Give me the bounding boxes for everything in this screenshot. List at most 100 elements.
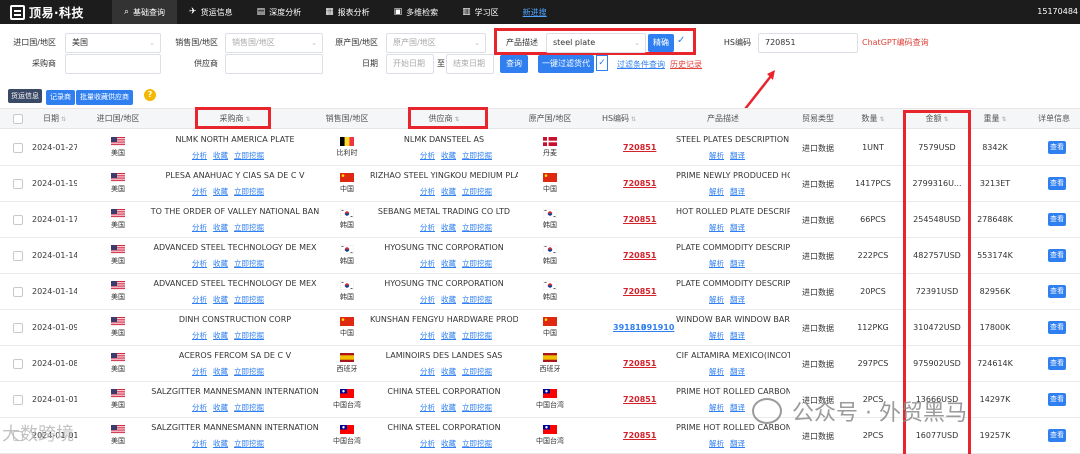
sort-icon[interactable]: ⇅ [1001, 116, 1006, 123]
supplier-action-link[interactable]: 分析 [420, 223, 435, 232]
nav-item-5[interactable]: ▥ 学习区 [450, 0, 511, 24]
cell-buyer[interactable]: DINH CONSTRUCTION CORP [146, 315, 324, 324]
buyer-action-link[interactable]: 收藏 [213, 223, 228, 232]
cell-supplier[interactable]: CHINA STEEL CORPORATION [370, 423, 518, 432]
cell-supplier[interactable]: HYOSUNG TNC CORPORATION [370, 279, 518, 288]
cell-buyer[interactable]: ADVANCED STEEL TECHNOLOGY DE MEX [146, 279, 324, 288]
buyer-action-link[interactable]: 分析 [192, 151, 207, 160]
logo[interactable]: 顶易·科技 [0, 0, 112, 24]
product-action-link[interactable]: 解析 [709, 223, 724, 232]
filter-query-link[interactable]: 过滤条件查询 [617, 56, 665, 74]
row-checkbox[interactable] [13, 251, 23, 261]
buyer-action-link[interactable]: 收藏 [213, 295, 228, 304]
sales-country-select[interactable]: 销售国/地区 ⌄ [225, 33, 323, 53]
column-header[interactable]: 数量 ⇅ [846, 109, 900, 129]
column-header[interactable]: HS编码 ⇅ [582, 109, 656, 129]
buyer-action-link[interactable]: 分析 [192, 223, 207, 232]
cell-buyer[interactable]: SALZGITTER MANNESMANN INTERNATION [146, 387, 324, 396]
buyer-action-link[interactable]: 分析 [192, 259, 207, 268]
date-start-input[interactable]: 开始日期 [386, 54, 434, 74]
import-country-select[interactable]: 美国 ⌄ [65, 33, 161, 53]
buyer-action-link[interactable]: 立即挖掘 [234, 187, 264, 196]
hs-code-link[interactable]: 720851 [623, 143, 656, 152]
nav-item-6[interactable]: 新进搜 [511, 0, 559, 24]
row-checkbox[interactable] [13, 287, 23, 297]
supplier-action-link[interactable]: 收藏 [441, 295, 456, 304]
supplier-input[interactable] [225, 54, 323, 74]
query-button[interactable]: 查询 [500, 55, 528, 73]
buyer-action-link[interactable]: 立即挖掘 [234, 367, 264, 376]
supplier-action-link[interactable]: 分析 [420, 367, 435, 376]
cell-buyer[interactable]: ACEROS FERCOM SA DE C V [146, 351, 324, 360]
supplier-action-link[interactable]: 立即挖掘 [462, 403, 492, 412]
supplier-action-link[interactable]: 分析 [420, 403, 435, 412]
product-action-link[interactable]: 翻译 [730, 151, 745, 160]
sort-icon[interactable]: ⇅ [61, 116, 66, 123]
hs-code-link[interactable]: 720851 [623, 179, 656, 188]
view-detail-button[interactable]: 查看 [1048, 285, 1066, 298]
cell-supplier[interactable]: NLMK DANSTEEL AS [370, 135, 518, 144]
cell-buyer[interactable]: SALZGITTER MANNESMANN INTERNATION [146, 423, 324, 432]
column-header[interactable]: 重量 ⇅ [971, 109, 1019, 129]
exact-button[interactable]: 精确 [648, 34, 674, 52]
cell-supplier[interactable]: SEBANG METAL TRADING CO LTD [370, 207, 518, 216]
sort-icon[interactable]: ⇅ [631, 116, 636, 123]
buyer-action-link[interactable]: 收藏 [213, 439, 228, 448]
supplier-action-link[interactable]: 分析 [420, 295, 435, 304]
buyer-action-link[interactable]: 立即挖掘 [234, 331, 264, 340]
cell-supplier[interactable]: KUNSHAN FENGYU HARDWARE PRODU [370, 315, 518, 324]
product-action-link[interactable]: 解析 [709, 331, 724, 340]
buyer-action-link[interactable]: 立即挖掘 [234, 439, 264, 448]
one-click-filter-button[interactable]: 一键过滤货代 [538, 55, 594, 73]
product-action-link[interactable]: 翻译 [730, 259, 745, 268]
cell-supplier[interactable]: CHINA STEEL CORPORATION [370, 387, 518, 396]
view-detail-button[interactable]: 查看 [1048, 141, 1066, 154]
buyer-action-link[interactable]: 立即挖掘 [234, 151, 264, 160]
supplier-action-link[interactable]: 立即挖掘 [462, 295, 492, 304]
supplier-action-link[interactable]: 立即挖掘 [462, 151, 492, 160]
row-checkbox[interactable] [13, 215, 23, 225]
hs-code-link[interactable]: 720851 [623, 251, 656, 260]
supplier-action-link[interactable]: 收藏 [441, 367, 456, 376]
nav-item-1[interactable]: ✈ 货运信息 [177, 0, 245, 24]
history-link[interactable]: 历史记录 [670, 56, 702, 74]
check-icon[interactable]: ✓ [596, 55, 608, 71]
row-checkbox[interactable] [13, 359, 23, 369]
side-tag[interactable]: 货运信息 [8, 89, 42, 103]
supplier-action-link[interactable]: 分析 [420, 187, 435, 196]
hs-input[interactable]: 720851 [758, 33, 858, 53]
supplier-action-link[interactable]: 收藏 [441, 331, 456, 340]
product-action-link[interactable]: 解析 [709, 295, 724, 304]
view-detail-button[interactable]: 查看 [1048, 357, 1066, 370]
product-action-link[interactable]: 翻译 [730, 187, 745, 196]
product-action-link[interactable]: 翻译 [730, 331, 745, 340]
supplier-action-link[interactable]: 分析 [420, 439, 435, 448]
product-action-link[interactable]: 解析 [709, 151, 724, 160]
cell-supplier[interactable]: RIZHAO STEEL YINGKOU MEDIUM PLAT [370, 171, 518, 180]
buyer-action-link[interactable]: 分析 [192, 331, 207, 340]
supplier-action-link[interactable]: 立即挖掘 [462, 439, 492, 448]
product-action-link[interactable]: 翻译 [730, 403, 745, 412]
row-checkbox[interactable] [13, 395, 23, 405]
supplier-action-link[interactable]: 立即挖掘 [462, 187, 492, 196]
buyer-action-link[interactable]: 收藏 [213, 367, 228, 376]
user-id[interactable]: 15170484 [1037, 0, 1080, 24]
column-header[interactable]: 贸易类型 [790, 109, 846, 129]
nav-item-0[interactable]: ⌕ 基础查询 [112, 0, 178, 24]
supplier-action-link[interactable]: 收藏 [441, 259, 456, 268]
view-detail-button[interactable]: 查看 [1048, 249, 1066, 262]
buyer-action-link[interactable]: 收藏 [213, 331, 228, 340]
buyer-action-link[interactable]: 收藏 [213, 187, 228, 196]
column-header[interactable]: 日期 ⇅ [32, 109, 77, 129]
cell-buyer[interactable]: ADVANCED STEEL TECHNOLOGY DE MEX [146, 243, 324, 252]
buyer-input[interactable] [65, 54, 161, 74]
product-action-link[interactable]: 解析 [709, 187, 724, 196]
batch-favorite-button[interactable]: 批量收藏供应商 [76, 90, 133, 105]
hs-code-link[interactable]: 720851 [623, 287, 656, 296]
buyer-action-link[interactable]: 立即挖掘 [234, 259, 264, 268]
column-header[interactable]: 产品描述 [656, 109, 790, 129]
product-action-link[interactable]: 翻译 [730, 223, 745, 232]
buyer-action-link[interactable]: 收藏 [213, 151, 228, 160]
row-checkbox[interactable] [13, 179, 23, 189]
supplier-action-link[interactable]: 立即挖掘 [462, 367, 492, 376]
